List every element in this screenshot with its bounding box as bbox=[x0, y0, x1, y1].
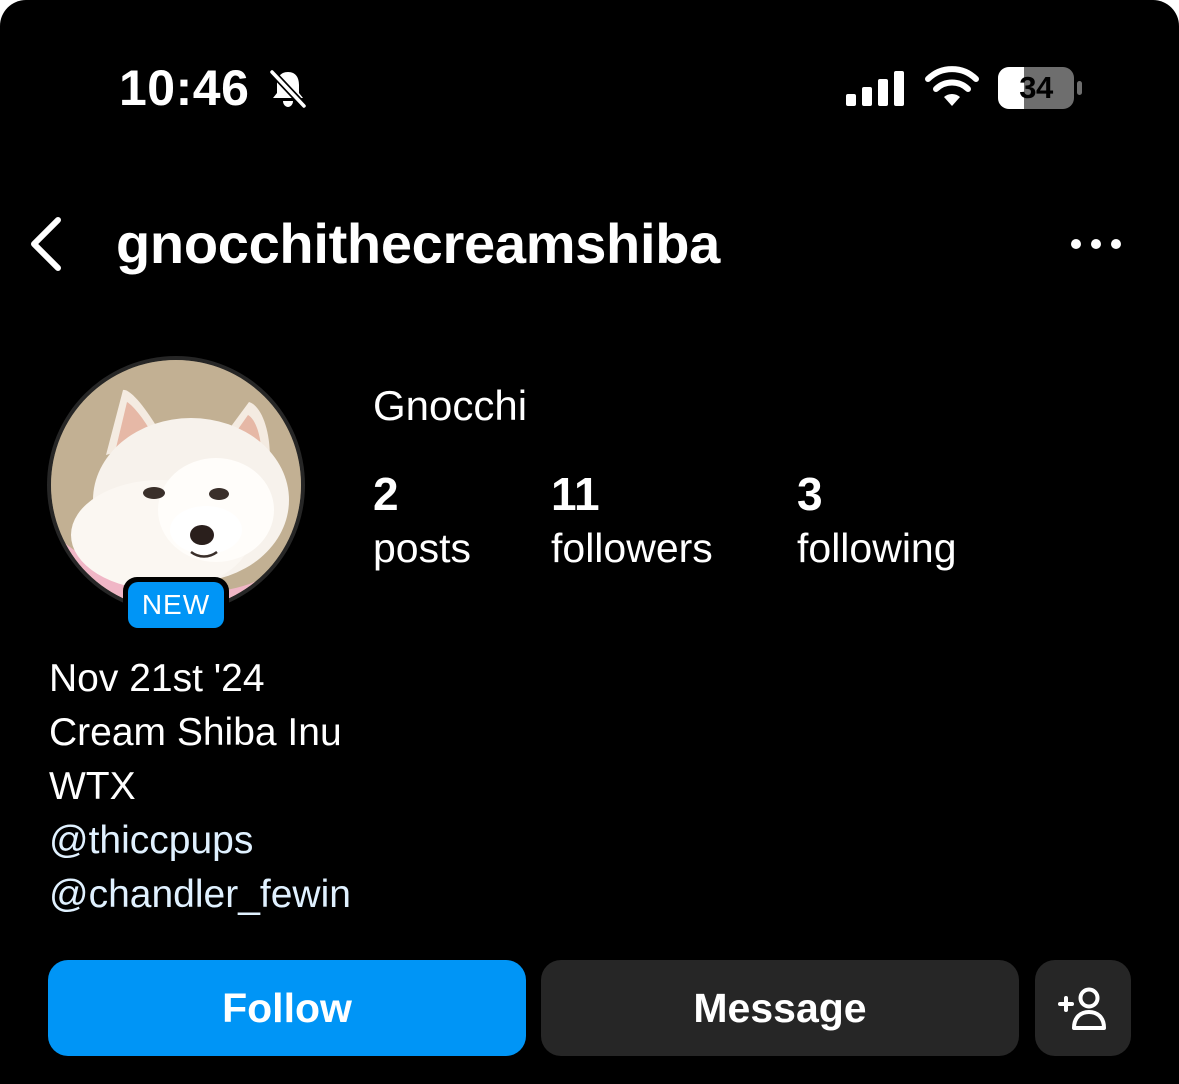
add-person-icon bbox=[1058, 987, 1106, 1030]
bio-mention-link[interactable]: @thiccpups bbox=[49, 814, 351, 868]
stat-count: 2 bbox=[373, 468, 399, 520]
bio-line: Cream Shiba Inu bbox=[49, 711, 342, 754]
stat-posts[interactable]: 2 posts bbox=[373, 466, 471, 574]
bell-off-icon bbox=[268, 68, 308, 110]
follow-button[interactable]: Follow bbox=[48, 960, 526, 1056]
ellipsis-icon[interactable] bbox=[1068, 232, 1124, 256]
stat-label: following bbox=[797, 525, 957, 571]
display-name: Gnocchi bbox=[373, 382, 528, 429]
status-time: 10:46 bbox=[119, 60, 250, 116]
message-button[interactable]: Message bbox=[541, 960, 1019, 1056]
signal-icon bbox=[846, 71, 904, 106]
chevron-left-icon[interactable] bbox=[24, 214, 68, 274]
stat-count: 11 bbox=[551, 468, 600, 520]
stat-label: followers bbox=[551, 525, 713, 571]
stat-following[interactable]: 3 following bbox=[797, 466, 957, 574]
avatar[interactable] bbox=[51, 360, 301, 610]
profile-bio: Nov 21st '24 Cream Shiba Inu WTX @thiccp… bbox=[49, 652, 351, 922]
bio-mention-link[interactable]: @chandler_fewin bbox=[49, 868, 351, 922]
bio-line: WTX bbox=[49, 765, 136, 808]
profile-screen: 10:46 34 gnocchithecreamshiba NEW Gnocch… bbox=[0, 0, 1179, 1084]
stat-followers[interactable]: 11 followers bbox=[551, 466, 713, 574]
profile-username: gnocchithecreamshiba bbox=[116, 212, 720, 275]
stat-label: posts bbox=[373, 525, 471, 571]
new-badge: NEW bbox=[128, 582, 224, 628]
bio-line: Nov 21st '24 bbox=[49, 657, 265, 700]
stat-count: 3 bbox=[797, 468, 823, 520]
battery-level: 34 bbox=[1019, 70, 1053, 105]
wifi-icon bbox=[925, 66, 979, 106]
add-person-button[interactable] bbox=[1035, 960, 1131, 1056]
